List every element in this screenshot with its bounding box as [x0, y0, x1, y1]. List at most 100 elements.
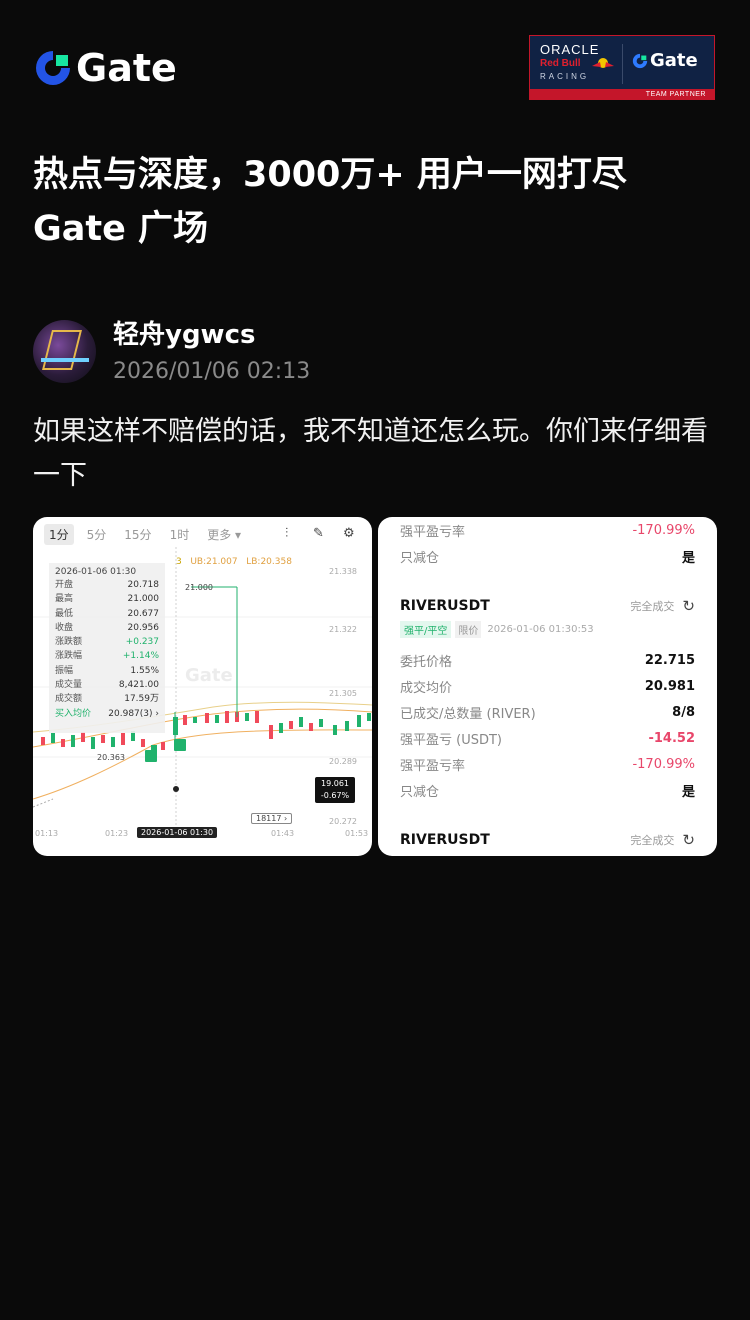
- order-row: 已成交/总数量 (RIVER) 8/8: [400, 703, 695, 722]
- chart-watermark: Gate: [185, 665, 233, 686]
- ohlc-label: 成交量: [55, 680, 83, 691]
- avatar-art-frame: [42, 330, 82, 370]
- gate-logo-icon: [36, 51, 70, 85]
- order-row: 强平盈亏率 -170.99%: [400, 755, 695, 774]
- post-text: 如果这样不赔偿的话，我不知道还怎么玩。你们来仔细看一下: [33, 416, 708, 491]
- order-status: 完全成交 ↻: [630, 831, 695, 849]
- time-tick: 01:43: [271, 829, 295, 838]
- buy-avg-label: 买入均价: [55, 708, 92, 719]
- ohlc-value: 20.677: [127, 608, 160, 619]
- avatar-art-line: [41, 358, 89, 362]
- order-status: 完全成交 ↻: [630, 597, 695, 615]
- ohlc-row: 涨跌幅 +1.14%: [55, 649, 159, 663]
- gate-small-icon: [632, 53, 648, 68]
- ohlc-value: 8,421.00: [118, 680, 159, 691]
- order-label: 只减仓: [400, 785, 440, 800]
- ohlc-row: 收盘 20.956: [55, 621, 159, 635]
- redbull-text: Red Bull: [540, 58, 581, 69]
- gate-logo[interactable]: Gate: [34, 48, 177, 88]
- order-row: 只减仓 是: [400, 547, 695, 566]
- ohlc-row: 振幅 1.55%: [55, 664, 159, 678]
- ohlc-label: 收盘: [55, 622, 74, 633]
- ohlc-row: 开盘 20.718: [55, 578, 159, 592]
- order-row: 强平盈亏率 -170.99%: [400, 521, 695, 540]
- axis-label: 21.338: [329, 567, 357, 576]
- bull-icon: [592, 58, 614, 68]
- order-value: 是: [681, 551, 695, 566]
- last-price-tag: 19.061 -0.67%: [315, 777, 355, 803]
- partner-gate-text: Gate: [650, 50, 698, 71]
- order-symbol: RIVERUSDT: [400, 832, 490, 848]
- partner-divider: [622, 44, 623, 84]
- order-value: -170.99%: [632, 523, 695, 538]
- chart-screenshot-image[interactable]: 1分 5分 15分 1时 更多 ▾ ⫶ ✎ ⚙ Gate 2026-01-06 …: [33, 517, 372, 856]
- order-row: 强平盈亏 (USDT) -14.52: [400, 729, 695, 748]
- crosshair-date-tag: 2026-01-06 01:30: [137, 827, 218, 838]
- order-value: -170.99%: [632, 757, 695, 772]
- high-marker: 21.000: [185, 583, 213, 592]
- ohlc-label: 成交额: [55, 694, 83, 705]
- post-timestamp: 2026/01/06 02:13: [113, 359, 311, 384]
- last-change: -0.67%: [320, 791, 350, 800]
- logo-text: Gate: [76, 46, 177, 90]
- ohlc-row: 成交量 8,421.00: [55, 678, 159, 692]
- low-marker: 20.363: [97, 753, 125, 762]
- ohlc-row: 最低 20.677: [55, 607, 159, 621]
- share-icon: ↻: [682, 597, 695, 615]
- axis-label: 20.289: [329, 757, 357, 766]
- order-label: 委托价格: [400, 655, 453, 670]
- headline-line-2: Gate 广场: [33, 209, 209, 249]
- order-label: 已成交/总数量 (RIVER): [400, 707, 536, 722]
- ohlc-row: 涨跌额 +0.237: [55, 635, 159, 649]
- ohlc-value: +0.237: [125, 637, 159, 648]
- time-tick: 01:13: [35, 829, 59, 838]
- order-row: 委托价格 22.715: [400, 651, 695, 670]
- ohlc-value: 1.55%: [130, 665, 159, 676]
- ohlc-value: 21.000: [127, 594, 160, 605]
- last-price: 19.061: [321, 779, 349, 788]
- ohlc-label: 开盘: [55, 580, 74, 590]
- order-value: 是: [681, 785, 695, 800]
- order-status-text: 完全成交: [630, 834, 675, 847]
- order-price-type-tag: 限价: [455, 621, 482, 638]
- order-tags: 强平/平空 限价 2026-01-06 01:30:53: [400, 621, 594, 638]
- ub-text: UB:21.007: [190, 557, 238, 567]
- order-header: RIVERUSDT 完全成交 ↻: [400, 831, 695, 849]
- racing-text: RACING: [540, 72, 590, 81]
- order-label: 成交均价: [400, 681, 453, 696]
- order-label: 只减仓: [400, 551, 440, 566]
- ohlc-value: 20.718: [127, 580, 160, 590]
- time-tick: 01:23: [105, 829, 129, 838]
- order-details-image[interactable]: 强平盈亏率 -170.99% 只减仓 是 RIVERUSDT 完全成交 ↻ 强平/…: [378, 517, 717, 856]
- volume-tag: 18117 ›: [251, 813, 293, 824]
- bollinger-legend: 3 UB:21.007 LB:20.358: [176, 557, 292, 567]
- order-row: 只减仓 是: [400, 781, 695, 800]
- order-time: 2026-01-06 01:30:53: [487, 624, 594, 635]
- partner-gate-logo: Gate: [632, 50, 698, 71]
- time-tick: 01:53: [345, 829, 369, 838]
- order-label: 强平盈亏率: [400, 759, 466, 774]
- ohlc-label: 振幅: [55, 665, 74, 676]
- order-value: 20.981: [644, 679, 695, 694]
- ohlc-row: 最高 21.000: [55, 592, 159, 606]
- order-row: 成交均价 20.981: [400, 677, 695, 696]
- buy-avg-row: 买入均价 20.987(3) ›: [55, 707, 159, 721]
- order-label: 强平盈亏 (USDT): [400, 733, 502, 748]
- order-header: RIVERUSDT 完全成交 ↻: [400, 597, 695, 615]
- lb-text: LB:20.358: [246, 557, 292, 567]
- order-value: -14.52: [648, 731, 695, 746]
- username[interactable]: 轻舟ygwcs: [113, 318, 255, 352]
- axis-label: 21.322: [329, 625, 357, 634]
- ohlc-tooltip: 2026-01-06 01:30 开盘 20.718 最高 21.000 最低 20.…: [49, 563, 165, 733]
- team-partner-banner: ORACLE Red Bull RACING Gate TEAM PARTNER: [529, 35, 715, 100]
- order-label: 强平盈亏率: [400, 525, 466, 540]
- headline-line-1: 热点与深度，3000万+ 用户一网打尽: [33, 155, 627, 195]
- buy-avg-value: 20.987(3) ›: [108, 708, 159, 719]
- avatar[interactable]: [33, 320, 96, 383]
- order-status-text: 完全成交: [630, 600, 675, 613]
- ohlc-value: +1.14%: [122, 651, 159, 662]
- ohlc-row: 成交额 17.59万: [55, 692, 159, 706]
- order-symbol: RIVERUSDT: [400, 598, 490, 614]
- ma-text: 3: [176, 557, 182, 567]
- order-value: 22.715: [644, 653, 695, 668]
